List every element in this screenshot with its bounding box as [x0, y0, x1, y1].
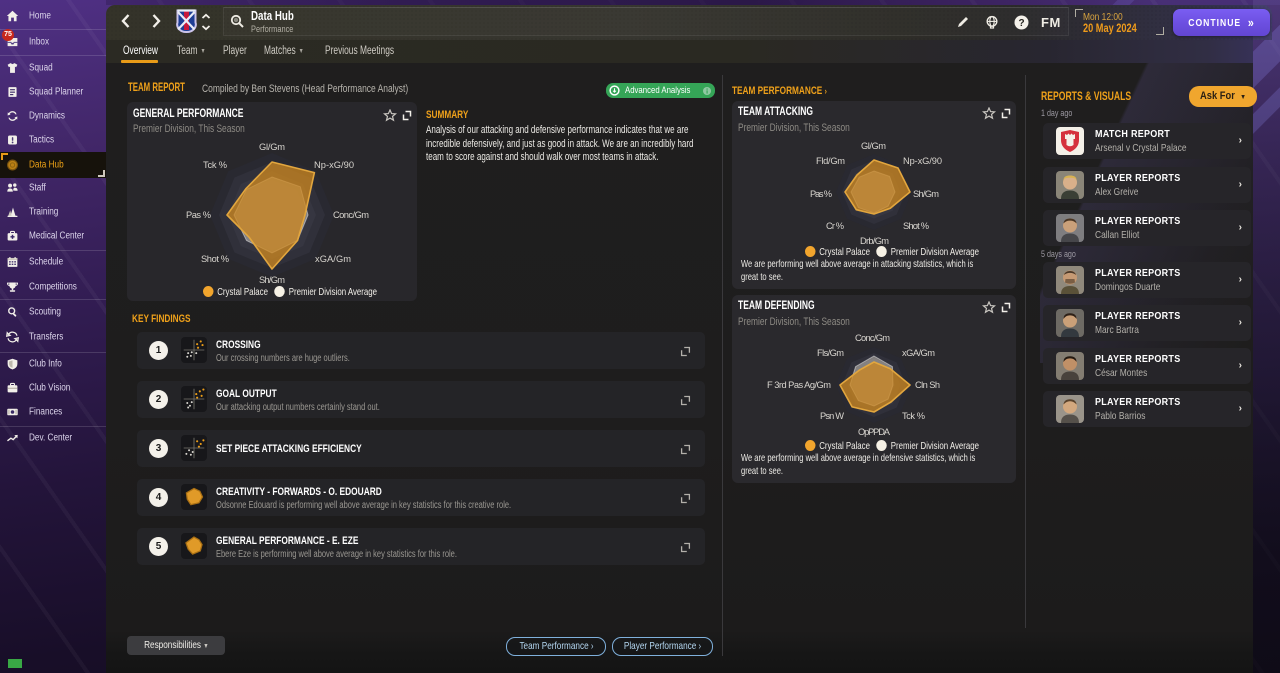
svg-text:Tck %: Tck % — [902, 411, 925, 421]
svg-text:Sh/Gm: Sh/Gm — [259, 275, 285, 285]
svg-text:Drb/Gm: Drb/Gm — [860, 236, 889, 246]
svg-text:Cr %: Cr % — [826, 221, 844, 231]
svg-text:Fls/Gm: Fls/Gm — [817, 348, 844, 358]
svg-text:Fld/Gm: Fld/Gm — [816, 156, 845, 166]
svg-text:Np-xG/90: Np-xG/90 — [903, 156, 942, 166]
svg-text:Cln Sh: Cln Sh — [915, 380, 940, 390]
svg-text:F 3rd Pas Ag/Gm: F 3rd Pas Ag/Gm — [767, 380, 831, 390]
svg-text:xGA/Gm: xGA/Gm — [315, 254, 351, 264]
svg-text:?: ? — [1018, 18, 1024, 29]
svg-text:Psn W: Psn W — [820, 411, 844, 421]
svg-text:OpPPDA: OpPPDA — [858, 427, 891, 437]
svg-text:Shot %: Shot % — [201, 254, 229, 264]
svg-text:Conc/Gm: Conc/Gm — [333, 210, 369, 220]
svg-text:Np-xG/90: Np-xG/90 — [314, 160, 354, 170]
svg-text:Gl/Gm: Gl/Gm — [259, 142, 285, 152]
svg-text:Gl/Gm: Gl/Gm — [861, 141, 886, 151]
svg-text:Pas %: Pas % — [186, 210, 211, 220]
svg-text:Pas %: Pas % — [810, 189, 832, 199]
svg-text:Sh/Gm: Sh/Gm — [913, 189, 939, 199]
svg-text:Tck %: Tck % — [203, 160, 227, 170]
svg-text:xGA/Gm: xGA/Gm — [902, 348, 935, 358]
svg-text:Conc/Gm: Conc/Gm — [855, 333, 890, 343]
svg-text:Shot %: Shot % — [903, 221, 929, 231]
